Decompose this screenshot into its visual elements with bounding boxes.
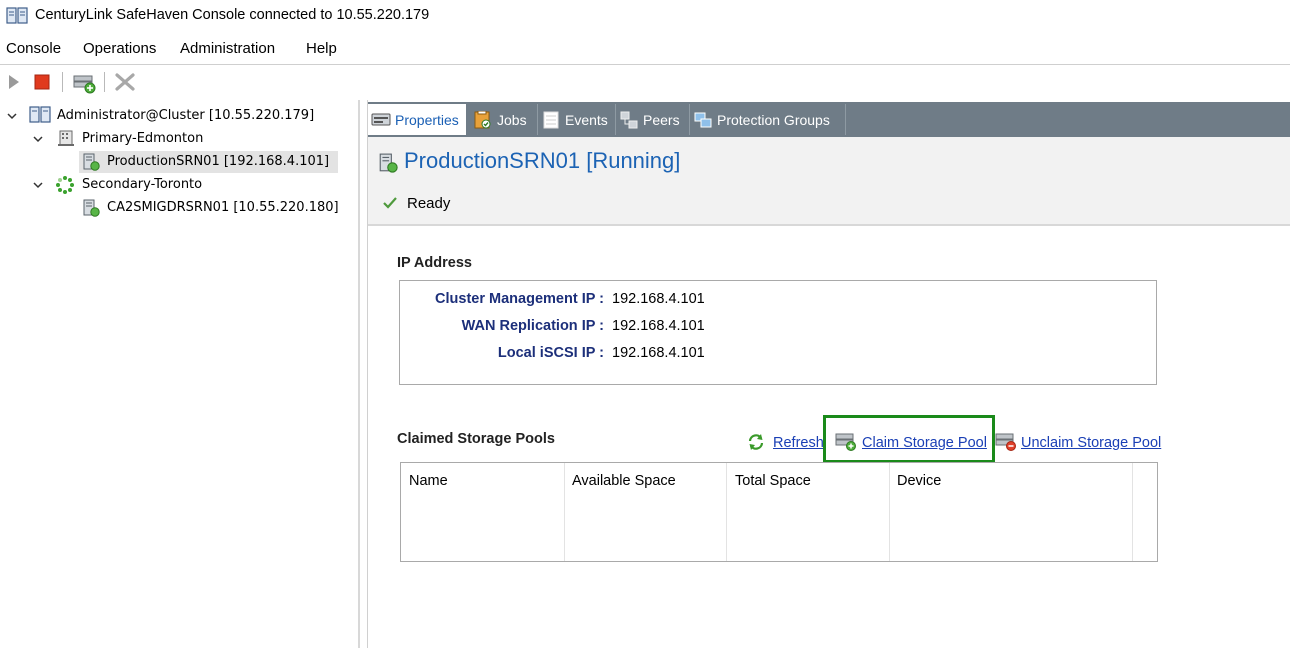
tab-label: Peers <box>643 111 680 128</box>
tab-label: Events <box>565 111 608 128</box>
tree-node-label: CA2SMIGDRSRN01 [10.55.220.180] <box>107 200 339 215</box>
ip-value: 192.168.4.101 <box>612 291 705 307</box>
building-icon <box>58 130 74 146</box>
refresh-link[interactable]: Refresh <box>773 435 824 451</box>
menu-bar: Console Operations Administration Help <box>0 38 1290 62</box>
column-divider[interactable] <box>564 463 565 561</box>
events-icon <box>543 111 559 128</box>
column-header-device[interactable]: Device <box>897 473 941 489</box>
unclaim-storage-icon[interactable] <box>995 432 1017 452</box>
server-running-icon <box>83 199 100 217</box>
ip-label: Cluster Management IP : <box>435 291 604 307</box>
refresh-icon[interactable] <box>747 433 765 451</box>
menu-divider <box>0 64 1290 65</box>
menu-help[interactable]: Help <box>306 40 337 57</box>
cloud-site-icon <box>56 176 74 194</box>
tab-label: Properties <box>395 111 459 128</box>
menu-operations[interactable]: Operations <box>83 40 156 57</box>
tab-jobs[interactable]: Jobs <box>470 104 538 135</box>
column-divider[interactable] <box>889 463 890 561</box>
column-header-name[interactable]: Name <box>409 473 448 489</box>
remove-icon[interactable] <box>114 72 136 92</box>
tab-properties[interactable]: Properties <box>368 104 466 135</box>
chevron-down-icon[interactable] <box>33 134 43 144</box>
tree-site-label: Secondary-Toronto <box>82 177 203 192</box>
status-text: Ready <box>407 195 451 212</box>
properties-icon <box>371 113 391 125</box>
cluster-tree: Administrator@Cluster [10.55.220.179] Pr… <box>0 100 358 648</box>
chevron-down-icon[interactable] <box>33 180 43 190</box>
column-header-total-space[interactable]: Total Space <box>735 473 811 489</box>
play-icon[interactable] <box>8 74 20 90</box>
tab-events[interactable]: Events <box>538 104 616 135</box>
page-title: ProductionSRN01 [Running] <box>404 148 681 173</box>
peers-icon <box>620 111 638 128</box>
column-divider[interactable] <box>1132 463 1133 561</box>
chevron-down-icon[interactable] <box>7 111 17 121</box>
tree-node-label: ProductionSRN01 [192.168.4.101] <box>107 154 330 169</box>
tree-site-secondary[interactable]: Secondary-Toronto <box>0 175 358 197</box>
storage-section-title: Claimed Storage Pools <box>397 431 555 447</box>
tree-site-label: Primary-Edmonton <box>82 131 204 146</box>
title-bar: CenturyLink SafeHaven Console connected … <box>0 0 1290 34</box>
server-running-icon <box>83 153 100 171</box>
panel-splitter[interactable] <box>358 100 360 648</box>
ip-section-title: IP Address <box>397 255 472 271</box>
window-title: CenturyLink SafeHaven Console connected … <box>35 7 430 23</box>
protection-groups-icon <box>694 112 712 127</box>
tab-peers[interactable]: Peers <box>616 104 690 135</box>
stop-icon[interactable] <box>34 74 50 90</box>
menu-administration[interactable]: Administration <box>180 40 275 57</box>
storage-pools-table[interactable]: Name Available Space Total Space Device <box>400 462 1158 562</box>
tab-label: Protection Groups <box>717 111 830 128</box>
ip-value: 192.168.4.101 <box>612 345 705 361</box>
tree-node-production[interactable]: ProductionSRN01 [192.168.4.101] <box>0 151 358 173</box>
tab-strip: Properties Jobs Events Peers Protection … <box>368 102 1290 137</box>
unclaim-storage-pool-link[interactable]: Unclaim Storage Pool <box>1021 435 1161 451</box>
console-app-icon <box>6 7 28 24</box>
tree-root[interactable]: Administrator@Cluster [10.55.220.179] <box>0 106 358 128</box>
tab-protection-groups[interactable]: Protection Groups <box>690 104 846 135</box>
ip-label: Local iSCSI IP : <box>497 345 604 361</box>
server-running-icon <box>379 153 398 173</box>
tree-node-dr[interactable]: CA2SMIGDRSRN01 [10.55.220.180] <box>0 197 358 219</box>
jobs-icon <box>474 110 491 128</box>
toolbar <box>0 66 1290 98</box>
header-divider <box>368 224 1290 226</box>
check-icon <box>383 197 397 209</box>
menu-console[interactable]: Console <box>6 40 61 57</box>
cluster-icon <box>29 106 51 123</box>
ip-value: 192.168.4.101 <box>612 318 705 334</box>
toolbar-separator <box>62 72 63 92</box>
ip-label: WAN Replication IP : <box>461 318 604 334</box>
toolbar-separator <box>104 72 105 92</box>
column-divider[interactable] <box>726 463 727 561</box>
add-server-icon[interactable] <box>72 72 96 94</box>
highlight-box <box>823 415 995 463</box>
column-header-available-space[interactable]: Available Space <box>572 473 676 489</box>
tab-label: Jobs <box>497 111 527 128</box>
tree-site-primary[interactable]: Primary-Edmonton <box>0 129 358 151</box>
tree-root-label: Administrator@Cluster [10.55.220.179] <box>57 108 315 123</box>
